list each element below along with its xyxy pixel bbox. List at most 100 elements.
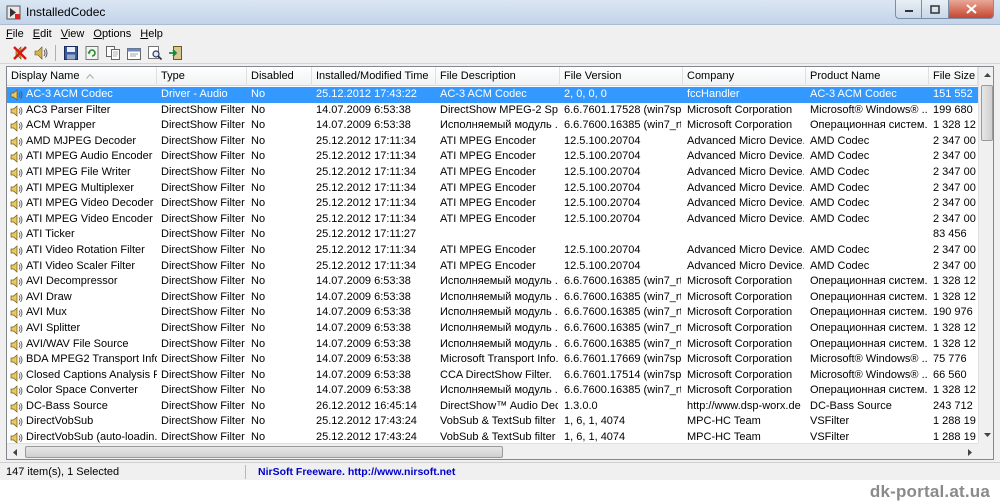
cell-name: ATI Video Scaler Filter	[26, 259, 136, 272]
cell-company: Advanced Micro Device...	[687, 259, 804, 272]
enable-selected-button[interactable]	[31, 43, 50, 62]
cell-company: fccHandler	[687, 88, 740, 100]
cell-company: Microsoft Corporation	[687, 337, 793, 350]
maximize-icon	[930, 4, 940, 14]
window-controls	[895, 0, 994, 19]
cell-installed-time: 14.07.2009 6:53:38	[316, 306, 411, 319]
table-row[interactable]: AVI Splitter DirectShow Filter No 14.07.200…	[7, 321, 978, 337]
table-row[interactable]: AVI Draw DirectShow Filter No 14.07.2009 6:…	[7, 290, 978, 306]
cell-product-name: Операционная систем...	[810, 119, 927, 132]
save-button[interactable]	[61, 43, 80, 62]
table-row[interactable]: ATI MPEG Video Encoder DirectShow Filter N…	[7, 212, 978, 228]
cell-file-description: AC-3 ACM Codec	[440, 88, 527, 100]
table-row[interactable]: ATI MPEG File Writer DirectShow Filter No 2…	[7, 165, 978, 181]
column-header-type[interactable]: Type	[157, 67, 247, 86]
copy-icon	[105, 45, 120, 60]
refresh-button[interactable]	[82, 43, 101, 62]
cell-disabled: No	[251, 275, 266, 288]
table-row[interactable]: ATI Ticker DirectShow Filter No 25.12.2012 …	[7, 227, 978, 243]
table-row[interactable]: AVI Mux DirectShow Filter No 14.07.2009 6:5…	[7, 305, 978, 321]
cell-file-version: 6.6.7601.17528 (win7sp1...	[564, 103, 681, 116]
nirsoft-link[interactable]: NirSoft Freeware. http://www.nirsoft.net	[258, 465, 455, 479]
cell-installed-time: 26.12.2012 16:45:14	[316, 399, 417, 412]
cell-file-version: 6.6.7600.16385 (win7_rt...	[564, 306, 681, 319]
table-row[interactable]: ATI Video Rotation Filter DirectShow Filt…	[7, 243, 978, 259]
cell-company: Microsoft Corporation	[687, 103, 793, 116]
table-row[interactable]: ACM Wrapper DirectShow Filter No 14.07.2009…	[7, 118, 978, 134]
table-row[interactable]: ATI MPEG Audio Encoder DirectShow Filter N…	[7, 149, 978, 165]
table-row[interactable]: BDA MPEG2 Transport Infor... DirectShow F…	[7, 352, 978, 368]
cell-file-size: 2 347 008	[933, 212, 976, 225]
column-header-installed-time[interactable]: Installed/Modified Time	[312, 67, 436, 86]
cell-product-name: Microsoft® Windows® ...	[810, 103, 927, 116]
menu-help[interactable]: Help	[140, 28, 163, 40]
cell-file-version: 1, 6, 1, 4074	[564, 415, 626, 428]
cell-disabled: No	[251, 165, 266, 178]
column-header-disabled[interactable]: Disabled	[247, 67, 312, 86]
cell-file-version: 6.6.7601.17669 (win7sp1...	[564, 353, 681, 366]
table-row[interactable]: AMD MJPEG Decoder DirectShow Filter No 25.1…	[7, 134, 978, 150]
column-header-product-name[interactable]: Product Name	[806, 67, 929, 86]
column-header-company[interactable]: Company	[683, 67, 806, 86]
cell-file-size: 1 288 192	[933, 415, 976, 428]
column-header-file-size[interactable]: File Size	[929, 67, 978, 86]
table-row[interactable]: AVI/WAV File Source DirectShow Filter No 14…	[7, 337, 978, 353]
cell-name: ACM Wrapper	[26, 119, 96, 132]
cell-company: Advanced Micro Device...	[687, 181, 804, 194]
table-row[interactable]: DirectVobSub DirectShow Filter No 25.12.201…	[7, 414, 978, 430]
codec-list[interactable]: Display Name Type Disabled Installed/Mod…	[6, 66, 994, 460]
cell-file-size: 199 680	[933, 103, 973, 116]
vertical-scrollbar[interactable]	[978, 67, 993, 443]
column-header-file-description[interactable]: File Description	[436, 67, 560, 86]
column-header-file-version[interactable]: File Version	[560, 67, 683, 86]
cell-product-name: AMD Codec	[810, 165, 870, 178]
scroll-up-button[interactable]	[979, 67, 993, 83]
cell-name: AVI Decompressor	[26, 275, 118, 288]
cell-type: DirectShow Filter	[161, 181, 245, 194]
cell-installed-time: 14.07.2009 6:53:38	[316, 275, 411, 288]
cell-company: Advanced Micro Device...	[687, 243, 804, 256]
find-button[interactable]	[145, 43, 164, 62]
cell-disabled: No	[251, 353, 266, 366]
cell-product-name: AMD Codec	[810, 134, 870, 147]
scroll-down-button[interactable]	[979, 427, 993, 443]
table-row[interactable]: AC3 Parser Filter DirectShow Filter No 14.0…	[7, 103, 978, 119]
disable-selected-button[interactable]	[10, 43, 29, 62]
table-row[interactable]: Color Space Converter DirectShow Filter No…	[7, 383, 978, 399]
cell-company	[687, 227, 804, 243]
cell-company: Microsoft Corporation	[687, 321, 793, 334]
table-row[interactable]: ATI MPEG Video Decoder DirectShow Filter N…	[7, 196, 978, 212]
maximize-button[interactable]	[922, 0, 949, 19]
horizontal-scrollbar[interactable]	[7, 443, 978, 459]
column-header-display-name[interactable]: Display Name	[7, 67, 157, 86]
table-row[interactable]: ATI Video Scaler Filter DirectShow Filter…	[7, 259, 978, 275]
close-button[interactable]	[949, 0, 994, 19]
cell-file-description: VobSub & TextSub filter ...	[440, 415, 558, 428]
cell-file-description: Исполняемый модуль ...	[440, 337, 558, 350]
cell-name: ATI MPEG Video Decoder	[26, 197, 154, 210]
menu-view[interactable]: View	[61, 28, 85, 40]
copy-button[interactable]	[103, 43, 122, 62]
horizontal-scroll-thumb[interactable]	[25, 446, 503, 458]
vertical-scroll-thumb[interactable]	[981, 85, 993, 141]
table-row[interactable]: DC-Bass Source DirectShow Filter No 26.12.2…	[7, 399, 978, 415]
table-row[interactable]: AVI Decompressor DirectShow Filter No 14.07…	[7, 274, 978, 290]
minimize-button[interactable]	[895, 0, 922, 19]
menu-options[interactable]: Options	[93, 28, 131, 40]
cell-file-version: 2, 0, 0, 0	[564, 88, 607, 100]
cell-installed-time: 25.12.2012 17:43:22	[316, 88, 417, 100]
scroll-right-button[interactable]	[962, 444, 978, 459]
table-row[interactable]: ATI MPEG Multiplexer DirectShow Filter No 2…	[7, 181, 978, 197]
properties-button[interactable]	[124, 43, 143, 62]
cell-file-description: DirectShow MPEG-2 Spli...	[440, 103, 558, 116]
table-row[interactable]: AC-3 ACM Codec Driver - Audio No 25.12.2012…	[7, 87, 978, 103]
table-row[interactable]: Closed Captions Analysis Fil... DirectSho…	[7, 368, 978, 384]
cell-installed-time: 25.12.2012 17:43:24	[316, 415, 417, 428]
cell-disabled: No	[251, 321, 266, 334]
scroll-left-button[interactable]	[7, 444, 23, 459]
menu-file[interactable]: File	[6, 28, 24, 40]
cell-file-size: 2 347 008	[933, 134, 976, 147]
exit-button[interactable]	[166, 43, 185, 62]
menu-edit[interactable]: Edit	[33, 28, 52, 40]
cell-name: DirectVobSub	[26, 415, 94, 428]
